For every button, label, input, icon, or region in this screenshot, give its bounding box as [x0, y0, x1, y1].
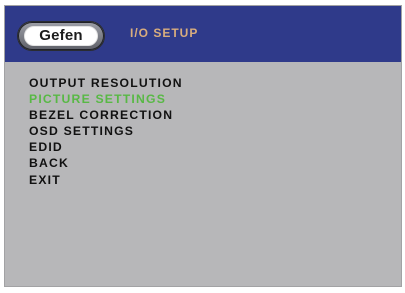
menu-item-osd-settings[interactable]: OSD SETTINGS: [29, 123, 183, 139]
menu-item-back[interactable]: BACK: [29, 155, 183, 171]
osd-header: Gefen I/O SETUP: [5, 6, 401, 62]
menu-item-edid[interactable]: EDID: [29, 139, 183, 155]
gefen-logo: Gefen: [17, 21, 105, 51]
menu-item-output-resolution[interactable]: OUTPUT RESOLUTION: [29, 75, 183, 91]
gefen-logo-text: Gefen: [24, 26, 98, 46]
osd-menu: OUTPUT RESOLUTION PICTURE SETTINGS BEZEL…: [29, 75, 183, 188]
menu-item-picture-settings[interactable]: PICTURE SETTINGS: [29, 91, 183, 107]
menu-item-bezel-correction[interactable]: BEZEL CORRECTION: [29, 107, 183, 123]
menu-item-exit[interactable]: EXIT: [29, 172, 183, 188]
osd-window: Gefen I/O SETUP OUTPUT RESOLUTION PICTUR…: [4, 5, 402, 287]
page-title: I/O SETUP: [130, 26, 199, 40]
